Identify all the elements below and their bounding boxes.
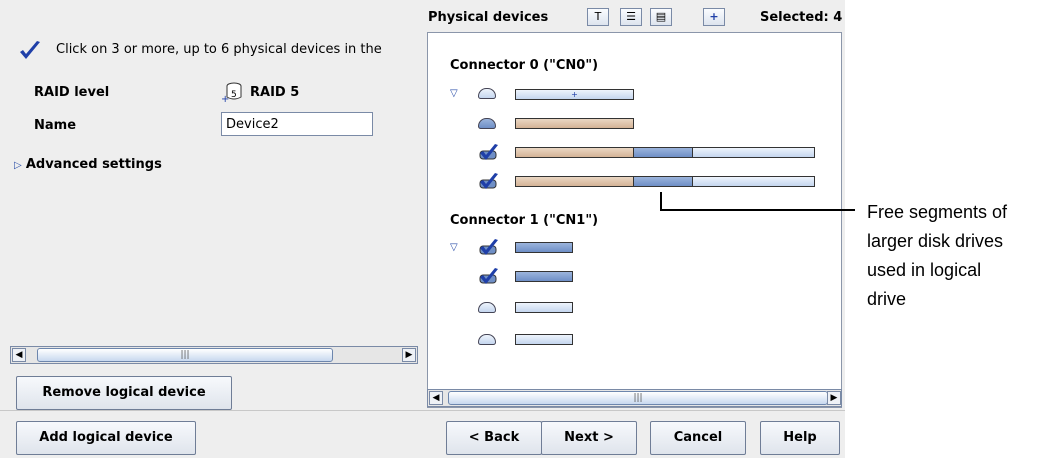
svg-text:5: 5 (231, 90, 237, 100)
selected-count: Selected: 4 (760, 10, 843, 25)
expand-arrow-icon: ▷ (14, 160, 22, 171)
add-device-button[interactable]: + (703, 8, 725, 26)
scrollbar-thumb[interactable]: ||| (37, 348, 333, 362)
name-label: Name (34, 118, 77, 133)
selected-disk-icon (479, 173, 498, 189)
back-button[interactable]: < Back (446, 421, 542, 455)
connector-0-label: Connector 0 ("CN0") (450, 58, 599, 73)
view-detail-icon[interactable]: ▤ (650, 8, 672, 26)
disk-bar-used[interactable] (515, 118, 634, 129)
disk-bar-logical[interactable] (515, 242, 573, 253)
view-text-button[interactable]: T (587, 8, 609, 26)
cancel-button[interactable]: Cancel (650, 421, 746, 455)
disk-bar-free[interactable] (515, 302, 573, 313)
disk-icon (478, 334, 496, 345)
thumb-grip: ||| (633, 393, 643, 403)
selected-disk-icon (479, 268, 498, 284)
disk-bar-free[interactable]: + (515, 89, 634, 100)
disk-bar-logical[interactable] (633, 176, 693, 187)
view-list-icon[interactable]: ☰ (620, 8, 642, 26)
disk-bar-used[interactable] (515, 147, 634, 158)
checkmark-icon (20, 41, 40, 59)
callout-line-2: larger disk drives (867, 231, 1004, 251)
raid-level-label: RAID level (34, 85, 110, 100)
disk-bar-free[interactable] (692, 176, 815, 187)
instruction-text: Click on 3 or more, up to 6 physical dev… (56, 42, 382, 57)
left-horizontal-scrollbar[interactable]: ◀ ||| ▶ (10, 346, 418, 364)
callout-line-1: Free segments of (867, 202, 1008, 222)
physical-devices-title: Physical devices (428, 10, 549, 25)
raid-icon: 5 + (221, 82, 242, 103)
selected-disk-icon (479, 239, 498, 255)
svg-text:+: + (221, 94, 229, 103)
advanced-settings-label: Advanced settings (25, 157, 162, 172)
callout-line-4: drive (867, 289, 907, 309)
disk-bar-free[interactable] (692, 147, 815, 158)
disk-bar-free[interactable] (515, 334, 573, 345)
scroll-right-icon[interactable]: ▶ (402, 348, 416, 362)
right-horizontal-scrollbar[interactable]: ◀ ||| ▶ (427, 389, 842, 407)
help-button[interactable]: Help (760, 421, 840, 455)
collapse-arrow-icon[interactable]: ▽ (450, 88, 458, 99)
add-logical-device-button[interactable]: Add logical device (16, 421, 196, 455)
callout-line (660, 192, 855, 211)
connector-1-label: Connector 1 ("CN1") (450, 213, 599, 228)
next-button[interactable]: Next > (541, 421, 637, 455)
disk-bar-logical[interactable] (515, 271, 573, 282)
name-field[interactable] (221, 112, 373, 136)
remove-logical-device-button[interactable]: Remove logical device (16, 376, 232, 410)
raid-level-value: RAID 5 (250, 85, 300, 100)
scroll-left-icon[interactable]: ◀ (12, 348, 26, 362)
disk-icon (478, 118, 496, 129)
collapse-arrow-icon[interactable]: ▽ (450, 242, 458, 253)
thumb-grip: ||| (180, 350, 190, 360)
disk-icon (478, 302, 496, 313)
callout-text: Free segments of larger disk drives used… (867, 198, 1007, 314)
advanced-settings-toggle[interactable]: ▷ Advanced settings (14, 157, 162, 172)
scrollbar-thumb[interactable]: ||| (448, 391, 828, 405)
disk-bar-used[interactable] (515, 176, 634, 187)
disk-icon (478, 88, 496, 99)
disk-bar-logical[interactable] (633, 147, 693, 158)
scroll-left-icon[interactable]: ◀ (429, 391, 443, 405)
scroll-right-icon[interactable]: ▶ (827, 391, 841, 405)
callout-line-3: used in logical (867, 260, 982, 280)
selected-disk-icon (479, 144, 498, 160)
